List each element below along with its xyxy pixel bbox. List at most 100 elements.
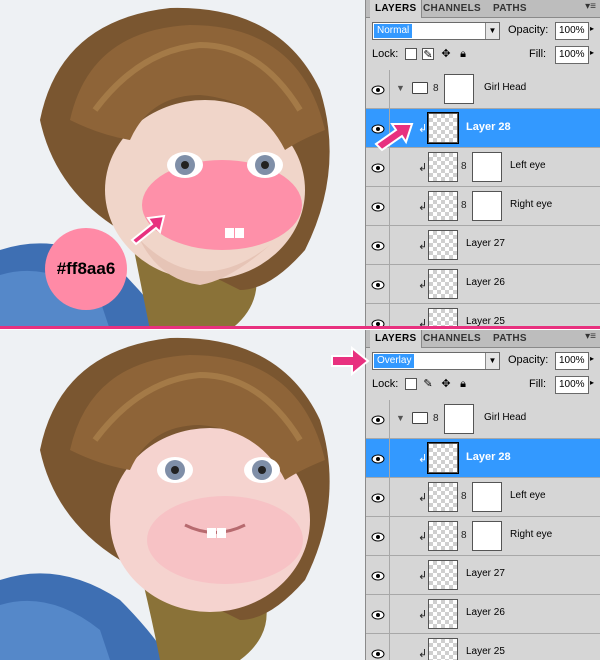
lock-label: Lock: — [372, 378, 399, 390]
after-section: LAYERS CHANNELS PATHS ▾≡ Overlay ▼ Opaci… — [0, 330, 600, 660]
folder-icon — [412, 82, 428, 94]
layer-row-right-eye[interactable]: ↲ 8 Right eye — [366, 517, 600, 556]
layer-thumbnail[interactable] — [427, 112, 459, 144]
layer-thumbnail[interactable] — [428, 560, 458, 590]
lock-all-icon[interactable]: 🔒︎ — [457, 48, 469, 60]
layer-name: Layer 25 — [466, 646, 505, 657]
opacity-label: Opacity: — [508, 24, 549, 36]
panel-tabs: LAYERS CHANNELS PATHS ▾≡ — [366, 330, 600, 348]
layer-name: Right eye — [510, 529, 553, 540]
tab-paths[interactable]: PATHS — [488, 330, 532, 348]
blend-mode-dropdown[interactable]: Normal ▼ — [372, 22, 500, 40]
layer-mask-thumbnail[interactable] — [444, 404, 474, 434]
fill-slider-arrow-icon[interactable]: ▸ — [590, 48, 594, 57]
visibility-eye-icon[interactable] — [366, 265, 390, 304]
visibility-eye-icon[interactable] — [366, 634, 390, 660]
link-icon: 8 — [433, 413, 439, 424]
visibility-eye-icon[interactable] — [366, 148, 390, 187]
panel-menu-icon[interactable]: ▾≡ — [585, 1, 596, 12]
clipping-arrow-icon: ↲ — [418, 123, 428, 135]
lock-pixels-icon[interactable]: ✎ — [422, 378, 434, 390]
lock-pixels-icon[interactable]: ✎ — [422, 48, 434, 61]
visibility-eye-icon[interactable] — [366, 400, 390, 439]
opacity-label: Opacity: — [508, 354, 549, 366]
expand-triangle-icon[interactable]: ▼ — [396, 83, 405, 93]
pink-arrow-icon — [374, 123, 414, 152]
layer-mask-thumbnail[interactable] — [472, 482, 502, 512]
visibility-eye-icon[interactable] — [366, 556, 390, 595]
layer-mask-thumbnail[interactable] — [472, 152, 502, 182]
opacity-slider-arrow-icon[interactable]: ▸ — [590, 354, 594, 363]
visibility-eye-icon[interactable] — [366, 595, 390, 634]
visibility-eye-icon[interactable] — [366, 439, 390, 478]
tab-paths[interactable]: PATHS — [488, 0, 532, 18]
layer-thumbnail[interactable] — [428, 308, 458, 327]
visibility-eye-icon[interactable] — [366, 187, 390, 226]
layer-thumbnail[interactable] — [428, 521, 458, 551]
tab-channels[interactable]: CHANNELS — [418, 330, 486, 348]
fill-field[interactable]: 100% — [555, 46, 589, 64]
layer-name: Layer 27 — [466, 238, 505, 249]
tab-channels[interactable]: CHANNELS — [418, 0, 486, 18]
visibility-eye-icon[interactable] — [366, 70, 390, 109]
layer-row-layer-26[interactable]: ↲ Layer 26 — [366, 265, 600, 304]
lock-position-icon[interactable]: ✥ — [440, 48, 452, 60]
layer-row-layer-27[interactable]: ↲ Layer 27 — [366, 556, 600, 595]
layer-row-girl-head[interactable]: ▼ 8 Girl Head — [366, 400, 600, 439]
visibility-eye-icon[interactable] — [366, 304, 390, 327]
color-swatch-bubble: #ff8aa6 — [45, 228, 127, 310]
fill-field[interactable]: 100% — [555, 376, 589, 394]
visibility-eye-icon[interactable] — [366, 517, 390, 556]
expand-triangle-icon[interactable]: ▼ — [396, 413, 405, 423]
visibility-eye-icon[interactable] — [366, 478, 390, 517]
clipping-arrow-icon: ↲ — [418, 240, 428, 252]
blend-mode-value: Overlay — [374, 354, 415, 368]
layer-thumbnail[interactable] — [428, 638, 458, 660]
hex-color-label: #ff8aa6 — [56, 259, 116, 278]
fill-label: Fill: — [529, 378, 547, 390]
lock-position-icon[interactable]: ✥ — [440, 378, 452, 390]
panel-menu-icon[interactable]: ▾≡ — [585, 331, 596, 342]
lock-all-icon[interactable]: 🔒︎ — [457, 378, 469, 390]
fill-slider-arrow-icon[interactable]: ▸ — [590, 378, 594, 387]
opacity-slider-arrow-icon[interactable]: ▸ — [590, 24, 594, 33]
lock-transparency-icon[interactable] — [405, 378, 417, 390]
layer-row-layer-26[interactable]: ↲ Layer 26 — [366, 595, 600, 634]
lock-transparency-icon[interactable] — [405, 48, 417, 60]
panel-tabs: LAYERS CHANNELS PATHS ▾≡ — [366, 0, 600, 18]
opacity-field[interactable]: 100% — [555, 22, 589, 40]
layers-list: ▼ 8 Girl Head ↲ Layer 28 ↲ 8 Left eye ↲ … — [366, 70, 600, 327]
layer-row-left-eye[interactable]: ↲ 8 Left eye — [366, 478, 600, 517]
tab-layers[interactable]: LAYERS — [370, 0, 423, 18]
link-icon: 8 — [433, 83, 439, 94]
layer-row-girl-head[interactable]: ▼ 8 Girl Head — [366, 70, 600, 109]
layer-row-right-eye[interactable]: ↲ 8 Right eye — [366, 187, 600, 226]
opacity-field[interactable]: 100% — [555, 352, 589, 370]
girl-portrait-before: #ff8aa6 — [0, 0, 365, 327]
layer-row-layer-25[interactable]: ↲ Layer 25 — [366, 634, 600, 660]
girl-portrait-after — [0, 330, 365, 660]
clipping-arrow-icon: ↲ — [418, 648, 428, 660]
tab-layers[interactable]: LAYERS — [370, 330, 423, 348]
clipping-arrow-icon: ↲ — [418, 492, 428, 504]
layer-row-layer-28[interactable]: ↲ Layer 28 — [366, 439, 600, 478]
layer-thumbnail[interactable] — [427, 442, 459, 474]
layer-thumbnail[interactable] — [428, 230, 458, 260]
layer-thumbnail[interactable] — [428, 269, 458, 299]
layer-mask-thumbnail[interactable] — [444, 74, 474, 104]
pink-arrow-icon — [331, 345, 370, 377]
layer-thumbnail[interactable] — [428, 191, 458, 221]
visibility-eye-icon[interactable] — [366, 226, 390, 265]
layer-thumbnail[interactable] — [428, 152, 458, 182]
layer-name: Left eye — [510, 160, 546, 171]
lock-label: Lock: — [372, 48, 399, 60]
layer-mask-thumbnail[interactable] — [472, 521, 502, 551]
layer-thumbnail[interactable] — [428, 482, 458, 512]
layer-thumbnail[interactable] — [428, 599, 458, 629]
layer-row-layer-27[interactable]: ↲ Layer 27 — [366, 226, 600, 265]
layer-mask-thumbnail[interactable] — [472, 191, 502, 221]
blend-mode-dropdown[interactable]: Overlay ▼ — [372, 352, 500, 370]
pink-arrow-icon — [130, 214, 166, 246]
layer-row-left-eye[interactable]: ↲ 8 Left eye — [366, 148, 600, 187]
layer-row-layer-25[interactable]: ↲ Layer 25 — [366, 304, 600, 327]
